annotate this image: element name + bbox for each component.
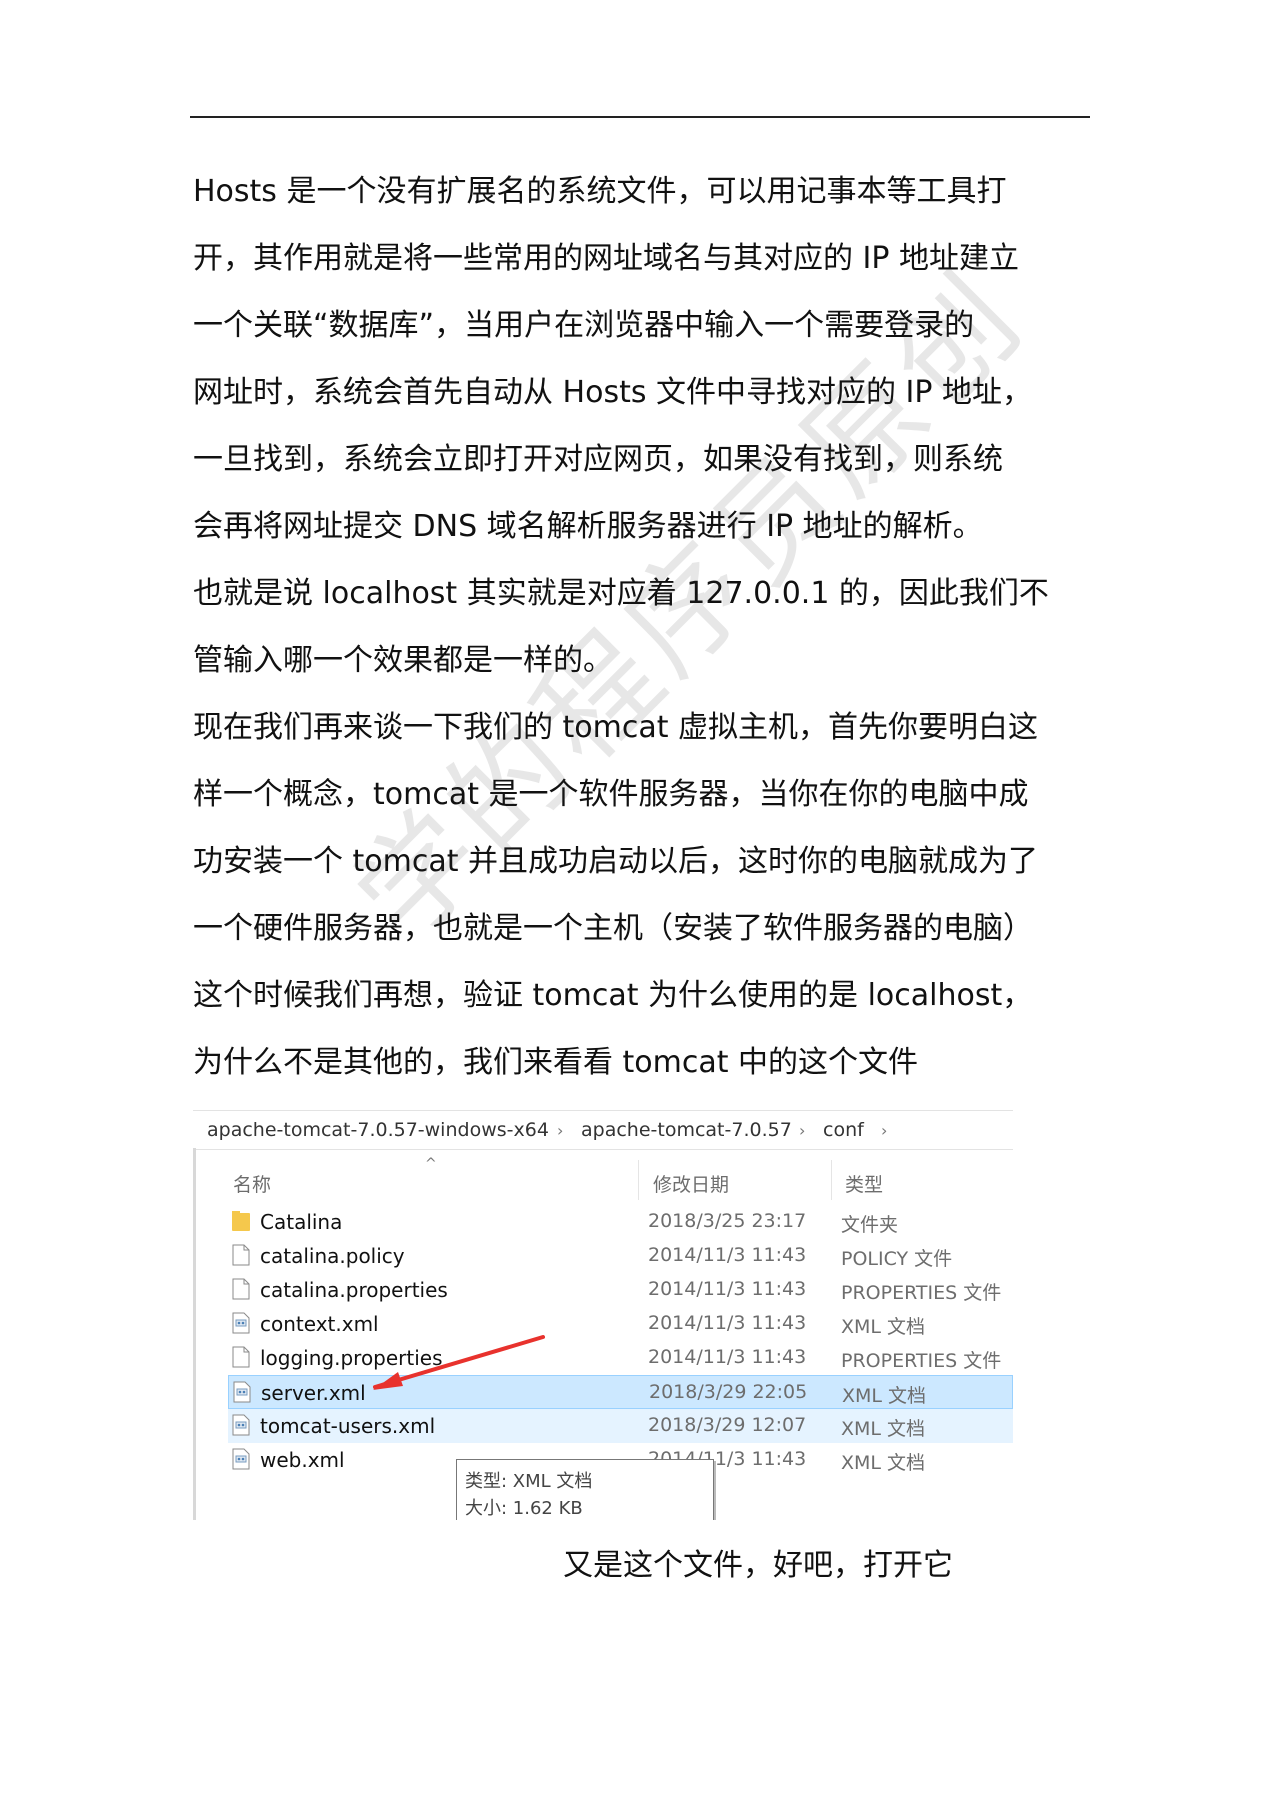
body-line: 网址时，系统会首先自动从 Hosts 文件中寻找对应的 IP 地址， <box>193 375 1033 410</box>
body-line: 样一个概念，tomcat 是一个软件服务器，当你在你的电脑中成 <box>193 777 1029 812</box>
file-explorer-screenshot: apache-tomcat-7.0.57-windows-x64 › apach… <box>193 1110 1013 1520</box>
tooltip-size: 大小: 1.62 KB <box>465 1498 583 1519</box>
header-rule <box>190 116 1090 118</box>
body-line: 也就是说 localhost 其实就是对应着 127.0.0.1 的，因此我们不 <box>193 576 1049 611</box>
body-line: 一旦找到，系统会立即打开对应网页，如果没有找到，则系统 <box>193 442 1003 477</box>
body-line: 为什么不是其他的，我们来看看 tomcat 中的这个文件 <box>193 1045 919 1080</box>
body-line: 这个时候我们再想，验证 tomcat 为什么使用的是 localhost， <box>193 978 1033 1013</box>
caption: 又是这个文件，好吧，打开它 <box>563 1548 953 1583</box>
body-line: 一个关联“数据库”，当用户在浏览器中输入一个需要登录的 <box>193 308 975 343</box>
body-line: Hosts 是一个没有扩展名的系统文件，可以用记事本等工具打 <box>193 174 1007 209</box>
tooltip-type: 类型: XML 文档 <box>465 1471 593 1492</box>
body-paragraph: Hosts 是一个没有扩展名的系统文件，可以用记事本等工具打 开，其作用就是将一… <box>193 158 1073 1096</box>
body-line: 开，其作用就是将一些常用的网址域名与其对应的 IP 地址建立 <box>193 241 1020 276</box>
body-line: 功安装一个 tomcat 并且成功启动以后，这时你的电脑就成为了 <box>193 844 1039 879</box>
body-line: 管输入哪一个效果都是一样的。 <box>193 643 613 678</box>
arrow-head <box>373 1372 403 1390</box>
body-line: 一个硬件服务器，也就是一个主机（安装了软件服务器的电脑） <box>193 911 1033 946</box>
body-line: 现在我们再来谈一下我们的 tomcat 虚拟主机，首先你要明白这 <box>193 710 1039 745</box>
file-tooltip: 类型: XML 文档 大小: 1.62 KB <box>456 1459 714 1520</box>
body-line: 会再将网址提交 DNS 域名解析服务器进行 IP 地址的解析。 <box>193 509 983 544</box>
